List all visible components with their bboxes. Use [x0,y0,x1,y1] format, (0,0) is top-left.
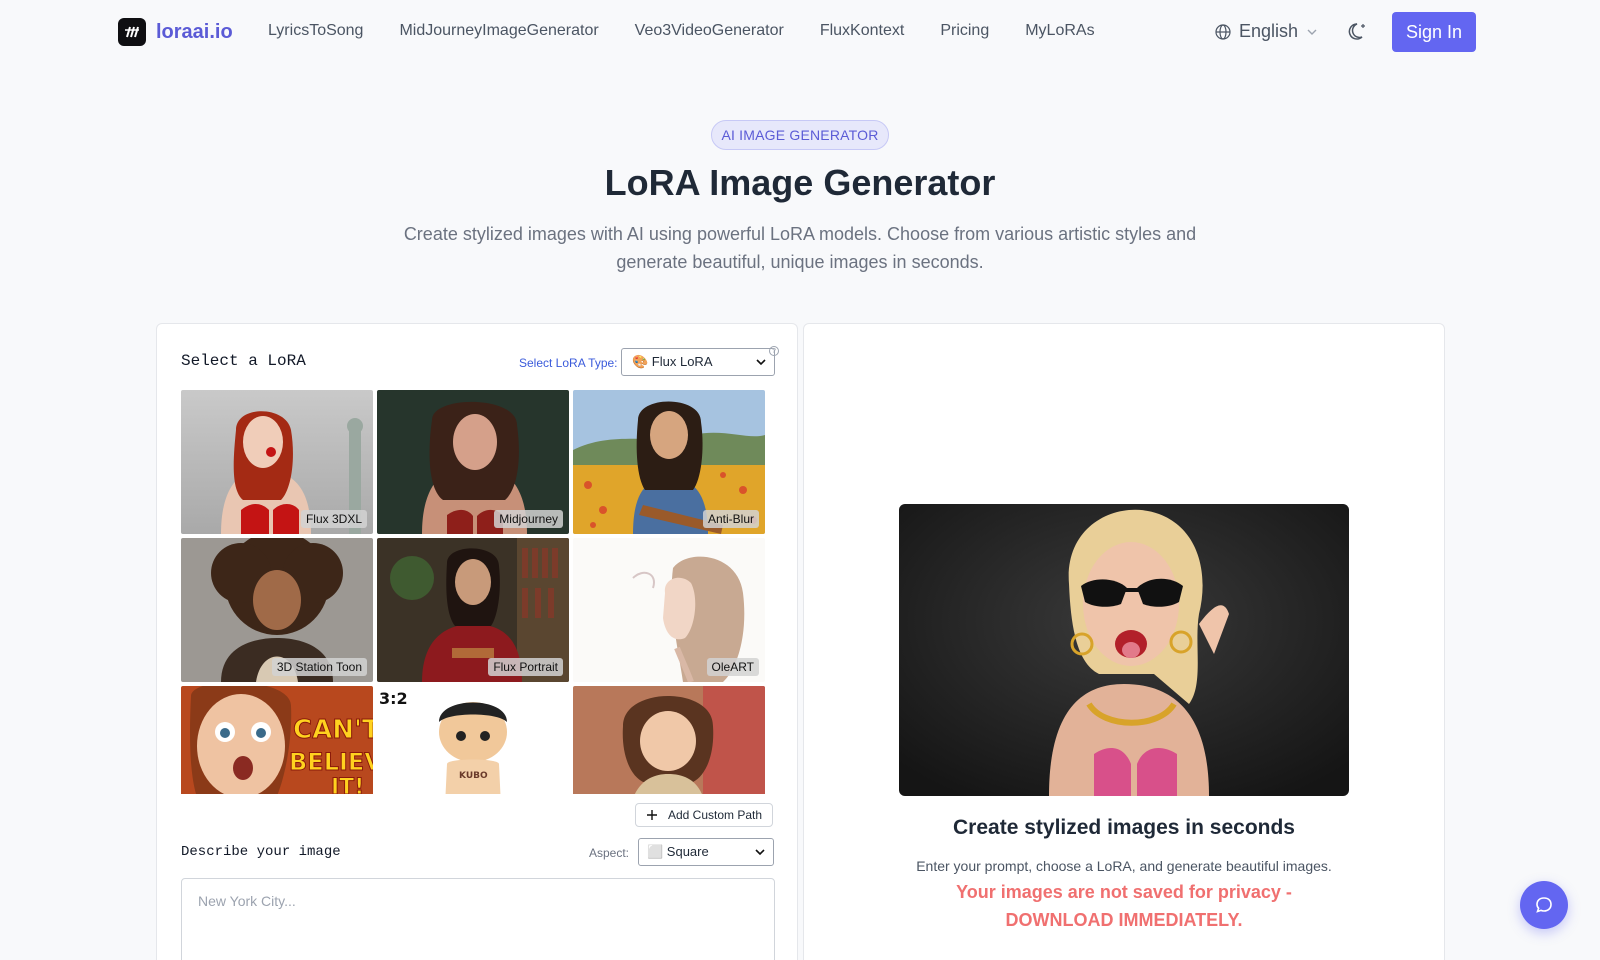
logo-text: loraai.io [156,20,233,43]
plus-icon [647,810,657,820]
nav-link-midjourney-image-generator[interactable]: MidJourneyImageGenerator [399,22,598,40]
output-title: Create stylized images in seconds [953,816,1295,839]
theme-toggle[interactable] [1348,20,1370,47]
chevron-down-icon [755,849,765,856]
tile-label: 3D Station Toon [271,658,367,676]
help-icon[interactable]: ? [769,346,779,356]
aspect-select[interactable]: ⬜ Square [638,838,774,866]
lora-type-label: Select LoRA Type: [519,356,618,370]
aspect-value: ⬜ Square [647,844,709,859]
hero-badge: AI IMAGE GENERATOR [711,120,889,150]
tile-toy-text: KUBO [459,771,488,781]
nav-link-veo3-video-generator[interactable]: Veo3VideoGenerator [635,22,784,40]
lora-tile-3d-station-toon[interactable]: 3D Station Toon [181,538,373,682]
add-custom-path-label: Add Custom Path [668,808,763,822]
tile-image [573,686,765,794]
privacy-warning: Your images are not saved for privacy - … [956,882,1292,930]
lora-tile-oleart[interactable]: OleART [573,538,765,682]
nav-links: LyricsToSong MidJourneyImageGenerator Ve… [268,22,1131,40]
lora-tile-midjourney[interactable]: Midjourney [377,390,569,534]
tile-overlay-text: BELIEVE [289,748,373,776]
top-nav: loraai.io LyricsToSong MidJourneyImageGe… [0,0,1600,64]
tile-overlay-text: 3:2 [379,689,408,708]
chat-button[interactable] [1520,881,1568,929]
nav-link-lyrics-to-song[interactable]: LyricsToSong [268,22,363,40]
output-subtitle: Enter your prompt, choose a LoRA, and ge… [916,858,1332,874]
preview-illustration [899,504,1349,796]
output-panel: Create stylized images in seconds Enter … [803,323,1445,960]
aspect-label: Aspect: [589,846,630,860]
tile-label: OleART [706,658,759,676]
lora-type-value: 🎨 Flux LoRA [632,354,713,369]
language-selector[interactable]: English [1215,21,1318,42]
lora-tile-kubo-toy[interactable]: 3:2 KUBO [377,686,569,794]
lora-grid: Flux 3DXL Midjourney Anti-Blur 3D Statio… [181,390,769,794]
tile-image: CAN'T BELIEVE IT! [181,686,373,794]
tile-image: 3:2 KUBO [377,686,569,794]
lora-tile-flux-3dxl[interactable]: Flux 3DXL [181,390,373,534]
globe-icon [1215,23,1231,40]
lora-tile-anti-blur[interactable]: Anti-Blur [573,390,765,534]
chevron-down-icon [756,359,766,366]
tile-overlay-text: IT! [331,775,364,794]
sign-in-button[interactable]: Sign In [1392,12,1476,52]
lora-tile-cartoon-girl[interactable] [573,686,765,794]
nav-link-pricing[interactable]: Pricing [940,22,989,40]
tile-label: Flux Portrait [488,658,563,676]
moon-icon [1348,23,1365,40]
nav-link-flux-kontext[interactable]: FluxKontext [820,22,904,40]
describe-image-title: Describe your image [181,844,341,860]
tile-label: Flux 3DXL [300,510,367,528]
lora-tile-shocked-kid[interactable]: CAN'T BELIEVE IT! [181,686,373,794]
chevron-down-icon [1307,29,1317,35]
chat-bubble-icon [1536,897,1552,913]
logo[interactable]: loraai.io [118,18,233,46]
lora-tile-flux-portrait[interactable]: Flux Portrait [377,538,569,682]
page-subtitle: Create stylized images with AI using pow… [403,224,1197,272]
lora-type-select[interactable]: 🎨 Flux LoRA [621,348,775,376]
tile-label: Midjourney [494,510,563,528]
prompt-input[interactable]: New York City... [181,878,775,960]
select-lora-title: Select a LoRA [181,352,306,370]
page-title: LoRA Image Generator [604,162,996,203]
language-label: English [1239,21,1299,41]
nav-link-my-loras[interactable]: MyLoRAs [1025,22,1094,40]
tile-overlay-text: CAN'T [293,715,373,745]
tile-label: Anti-Blur [702,510,759,528]
add-custom-path-button[interactable]: Add Custom Path [635,803,773,827]
lora-panel: Select a LoRA Select LoRA Type: 🎨 Flux L… [156,323,798,960]
preview-image [899,504,1349,796]
logo-icon [118,18,146,46]
